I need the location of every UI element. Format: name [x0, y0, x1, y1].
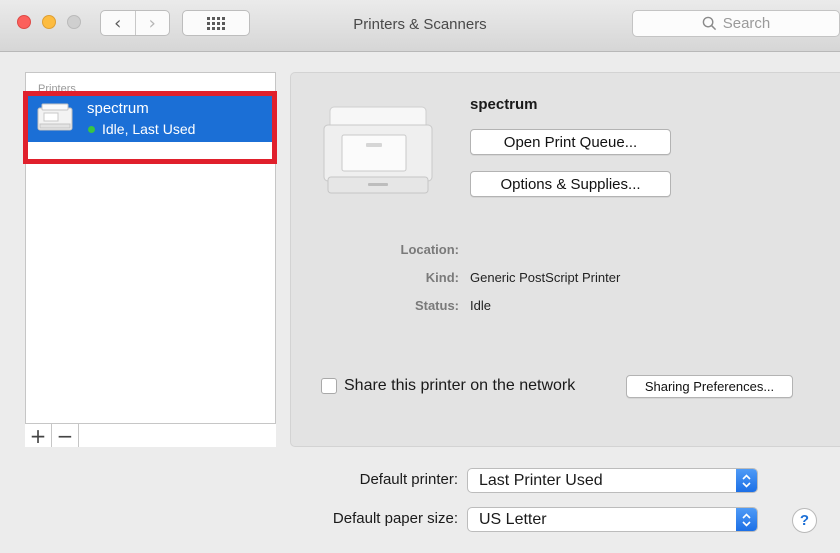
status-dot-icon	[88, 126, 95, 133]
status-label: Status:	[414, 298, 459, 313]
location-label: Location:	[400, 242, 460, 257]
share-printer-label[interactable]: Share this printer on the network	[344, 377, 575, 395]
printer-icon	[37, 103, 73, 131]
default-paper-value: US Letter	[479, 510, 547, 528]
printer-icon	[323, 106, 433, 194]
printer-list: Printers spectrum Idle, Last Used	[25, 72, 276, 447]
share-printer-checkbox[interactable]	[321, 378, 337, 394]
options-supplies-button[interactable]: Options & Supplies...	[470, 171, 671, 197]
search-placeholder: Search	[722, 15, 771, 32]
default-paper-select[interactable]: US Letter	[467, 507, 758, 532]
chevron-updown-icon	[736, 508, 757, 531]
sharing-preferences-button[interactable]: Sharing Preferences...	[626, 375, 793, 398]
status-value: Idle	[470, 298, 491, 313]
default-paper-label: Default paper size:	[332, 510, 458, 527]
add-printer-button[interactable]: +	[25, 424, 52, 448]
kind-value: Generic PostScript Printer	[470, 270, 621, 285]
kind-label: Kind:	[425, 270, 459, 285]
printer-list-item[interactable]: spectrum Idle, Last Used	[28, 93, 272, 142]
search-icon	[702, 16, 716, 31]
printer-item-status: Idle, Last Used	[102, 121, 196, 137]
help-button[interactable]: ?	[792, 508, 817, 533]
default-printer-label: Default printer:	[359, 471, 458, 488]
printer-item-name: spectrum	[87, 100, 149, 117]
title-bar: ‹ › Printers & Scanners Search	[0, 0, 840, 52]
default-printer-select[interactable]: Last Printer Used	[467, 468, 758, 493]
open-print-queue-button[interactable]: Open Print Queue...	[470, 129, 671, 155]
default-printer-value: Last Printer Used	[479, 471, 603, 489]
list-footer-bar: + −	[25, 423, 276, 448]
remove-printer-button[interactable]: −	[52, 424, 79, 448]
printer-name-heading: spectrum	[470, 96, 538, 113]
chevron-updown-icon	[736, 469, 757, 492]
search-field[interactable]: Search	[632, 10, 840, 37]
